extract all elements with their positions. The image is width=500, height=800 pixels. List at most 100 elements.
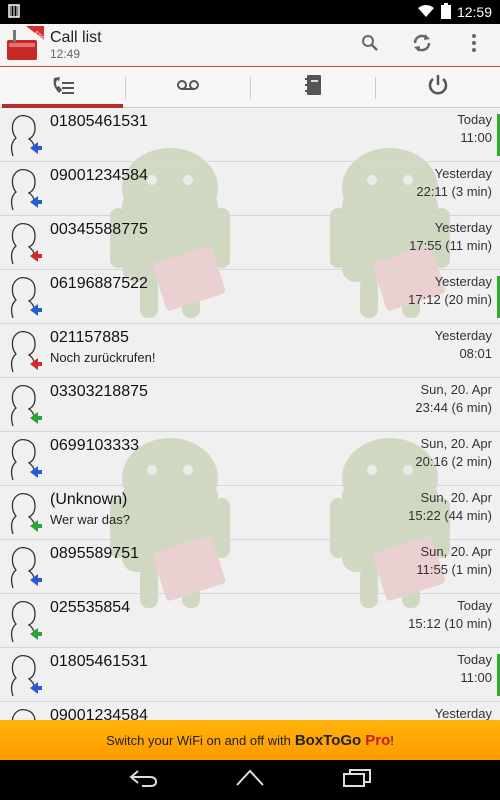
call-number: (Unknown) <box>50 491 128 508</box>
call-time: 15:22 (44 min) <box>408 508 492 523</box>
call-day: Yesterday <box>434 706 492 720</box>
call-direction-icon <box>30 628 42 640</box>
action-bar: FREE Call list 12:49 <box>0 24 500 66</box>
call-direction-icon <box>30 196 42 208</box>
call-rows: 01805461531 Today 11:00 09001234584 Yesterda… <box>0 108 500 720</box>
call-list-item[interactable]: (Unknown) Wer war das? Sun, 20. Apr 15:22 (… <box>0 486 500 540</box>
power-icon <box>427 74 449 101</box>
contact-avatar-icon[interactable] <box>0 324 50 378</box>
call-direction-icon <box>30 142 42 154</box>
nav-bar <box>0 760 500 800</box>
call-timestamp: Sun, 20. Apr 20:16 (2 min) <box>415 435 492 471</box>
contact-avatar-icon[interactable] <box>0 108 50 162</box>
app-logo-icon[interactable]: FREE <box>4 26 49 64</box>
call-time: 23:44 (6 min) <box>415 400 492 415</box>
call-list-item[interactable]: 021157885 Noch zurückrufen! Yesterday 08:01 <box>0 324 500 378</box>
call-number: 025535854 <box>50 599 131 616</box>
call-list-item[interactable]: 03303218875 Sun, 20. Apr 23:44 (6 min) <box>0 378 500 432</box>
contact-avatar-icon[interactable] <box>0 540 50 594</box>
status-bar: 12:59 <box>0 0 500 24</box>
call-timestamp: Today 11:00 <box>457 111 492 147</box>
call-list-item[interactable]: 0895589751 Sun, 20. Apr 11:55 (1 min) <box>0 540 500 594</box>
call-list-item[interactable]: 09001234584 Yesterday 22:11 (3 min) <box>0 162 500 216</box>
call-time: 15:12 (10 min) <box>408 616 492 631</box>
recents-button[interactable] <box>332 760 382 800</box>
refresh-icon <box>411 32 433 59</box>
call-day: Yesterday <box>434 166 492 181</box>
call-day: Today <box>457 112 492 127</box>
call-direction-icon <box>30 682 42 694</box>
call-direction-icon <box>30 574 42 586</box>
contact-avatar-icon[interactable] <box>0 216 50 270</box>
call-list-item[interactable]: 01805461531 Today 11:00 <box>0 108 500 162</box>
refresh-button[interactable] <box>396 24 448 66</box>
call-number: 01805461531 <box>50 653 148 670</box>
contact-avatar-icon[interactable] <box>0 378 50 432</box>
voicemail-icon <box>176 78 200 96</box>
contact-avatar-icon[interactable] <box>0 162 50 216</box>
contact-avatar-icon[interactable] <box>0 648 50 702</box>
call-list-item[interactable]: 00345588775 Yesterday 17:55 (11 min) <box>0 216 500 270</box>
tab-voicemail[interactable] <box>125 67 250 107</box>
call-timestamp: Sun, 20. Apr 15:22 (44 min) <box>408 489 492 525</box>
promo-pro: Pro <box>365 731 391 749</box>
call-list-item[interactable]: 09001234584 Yesterday <box>0 702 500 720</box>
call-timestamp: Yesterday <box>435 705 492 720</box>
call-number: 03303218875 <box>50 383 148 400</box>
call-timestamp: Yesterday 22:11 (3 min) <box>416 165 492 201</box>
call-timestamp: Today 11:00 <box>457 651 492 687</box>
promo-banner[interactable]: Switch your WiFi on and off with BoxToGo… <box>0 720 500 760</box>
battery-icon <box>440 2 451 22</box>
call-day: Today <box>457 652 492 667</box>
search-button[interactable] <box>344 24 396 66</box>
tab-phonebook[interactable] <box>250 67 375 107</box>
call-list[interactable]: 01805461531 Today 11:00 09001234584 Yesterda… <box>0 108 500 720</box>
call-day: Sun, 20. Apr <box>420 544 492 559</box>
call-day: Yesterday <box>434 220 492 235</box>
call-list-item[interactable]: 025535854 Today 15:12 (10 min) <box>0 594 500 648</box>
phonebook-icon <box>304 74 322 101</box>
tab-call-list[interactable] <box>0 67 125 108</box>
call-list-item[interactable]: 0699103333 Sun, 20. Apr 20:16 (2 min) <box>0 432 500 486</box>
contact-avatar-icon[interactable] <box>0 432 50 486</box>
call-direction-icon <box>30 250 42 262</box>
call-day: Sun, 20. Apr <box>420 382 492 397</box>
call-list-item[interactable]: 01805461531 Today 11:00 <box>0 648 500 702</box>
call-timestamp: Yesterday 17:12 (20 min) <box>408 273 492 309</box>
call-time: 22:11 (3 min) <box>416 184 492 199</box>
call-direction-icon <box>30 412 42 424</box>
call-timestamp: Sun, 20. Apr 23:44 (6 min) <box>415 381 492 417</box>
promo-suffix: ! <box>390 732 394 748</box>
notification-icon <box>8 3 20 21</box>
call-note: Noch zurückrufen! <box>50 350 156 365</box>
search-icon <box>361 34 379 57</box>
call-timestamp: Today 15:12 (10 min) <box>408 597 492 633</box>
call-day: Yesterday <box>434 328 492 343</box>
contact-avatar-icon[interactable] <box>0 702 50 720</box>
home-button[interactable] <box>225 760 275 800</box>
call-number: 09001234584 <box>50 167 148 184</box>
call-time: 20:16 (2 min) <box>415 454 492 469</box>
wifi-icon <box>417 4 435 21</box>
tab-bar <box>0 66 500 108</box>
contact-avatar-icon[interactable] <box>0 486 50 540</box>
call-day: Yesterday <box>434 274 492 289</box>
tab-power[interactable] <box>375 67 500 107</box>
call-list-item[interactable]: 06196887522 Yesterday 17:12 (20 min) <box>0 270 500 324</box>
overflow-menu-button[interactable] <box>448 24 500 66</box>
call-note: Wer war das? <box>50 512 130 527</box>
call-number: 01805461531 <box>50 113 148 130</box>
call-time: 11:00 <box>460 130 492 145</box>
contact-avatar-icon[interactable] <box>0 594 50 648</box>
app-subtitle: 12:49 <box>50 47 81 61</box>
call-direction-icon <box>30 466 42 478</box>
call-direction-icon <box>30 520 42 532</box>
home-icon <box>235 769 265 792</box>
call-number: 09001234584 <box>50 707 148 720</box>
back-button[interactable] <box>118 760 168 800</box>
contact-avatar-icon[interactable] <box>0 270 50 324</box>
recents-icon <box>342 768 371 792</box>
call-timestamp: Sun, 20. Apr 11:55 (1 min) <box>416 543 492 579</box>
call-timestamp: Yesterday 08:01 <box>435 327 492 363</box>
call-number: 021157885 <box>50 329 129 346</box>
